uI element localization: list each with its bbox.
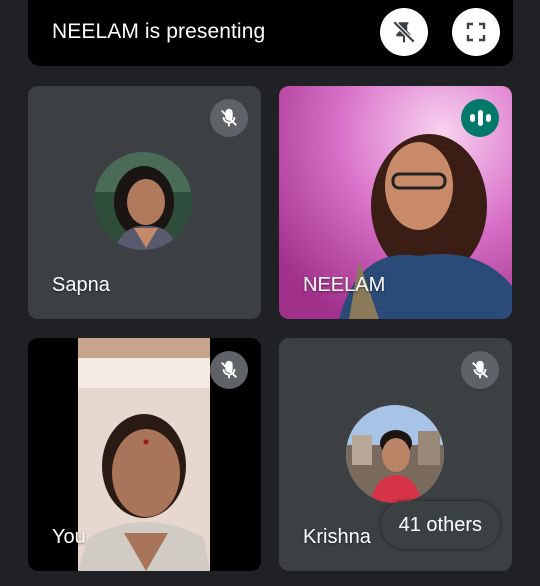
mic-off-icon <box>221 360 237 379</box>
unpin-icon <box>392 20 416 44</box>
participant-name: You <box>52 526 86 548</box>
participant-name: Sapna <box>52 274 110 296</box>
avatar <box>94 152 192 250</box>
fullscreen-icon <box>466 22 486 42</box>
participant-name: Krishna <box>303 526 371 548</box>
fullscreen-button[interactable] <box>452 8 500 56</box>
avatar <box>346 405 444 503</box>
others-count-button[interactable]: 41 others <box>380 501 500 549</box>
participant-tile-you[interactable]: You <box>28 338 261 571</box>
speaking-indicator <box>461 99 499 137</box>
mic-off-badge <box>210 351 248 389</box>
mic-off-icon <box>472 360 488 379</box>
mic-off-icon <box>221 108 237 127</box>
mic-off-badge <box>461 351 499 389</box>
presenting-label: NEELAM is presenting <box>52 20 266 43</box>
others-label: 41 others <box>398 513 482 536</box>
participant-tile-krishna[interactable]: Krishna 41 others <box>279 338 512 571</box>
presenting-banner: NEELAM is presenting <box>28 0 513 66</box>
participant-tile-sapna[interactable]: Sapna <box>28 86 261 319</box>
participant-tile-neelam[interactable]: NEELAM <box>279 86 512 319</box>
unpin-button[interactable] <box>380 8 428 56</box>
participant-name: NEELAM <box>303 274 386 296</box>
mic-off-badge <box>210 99 248 137</box>
